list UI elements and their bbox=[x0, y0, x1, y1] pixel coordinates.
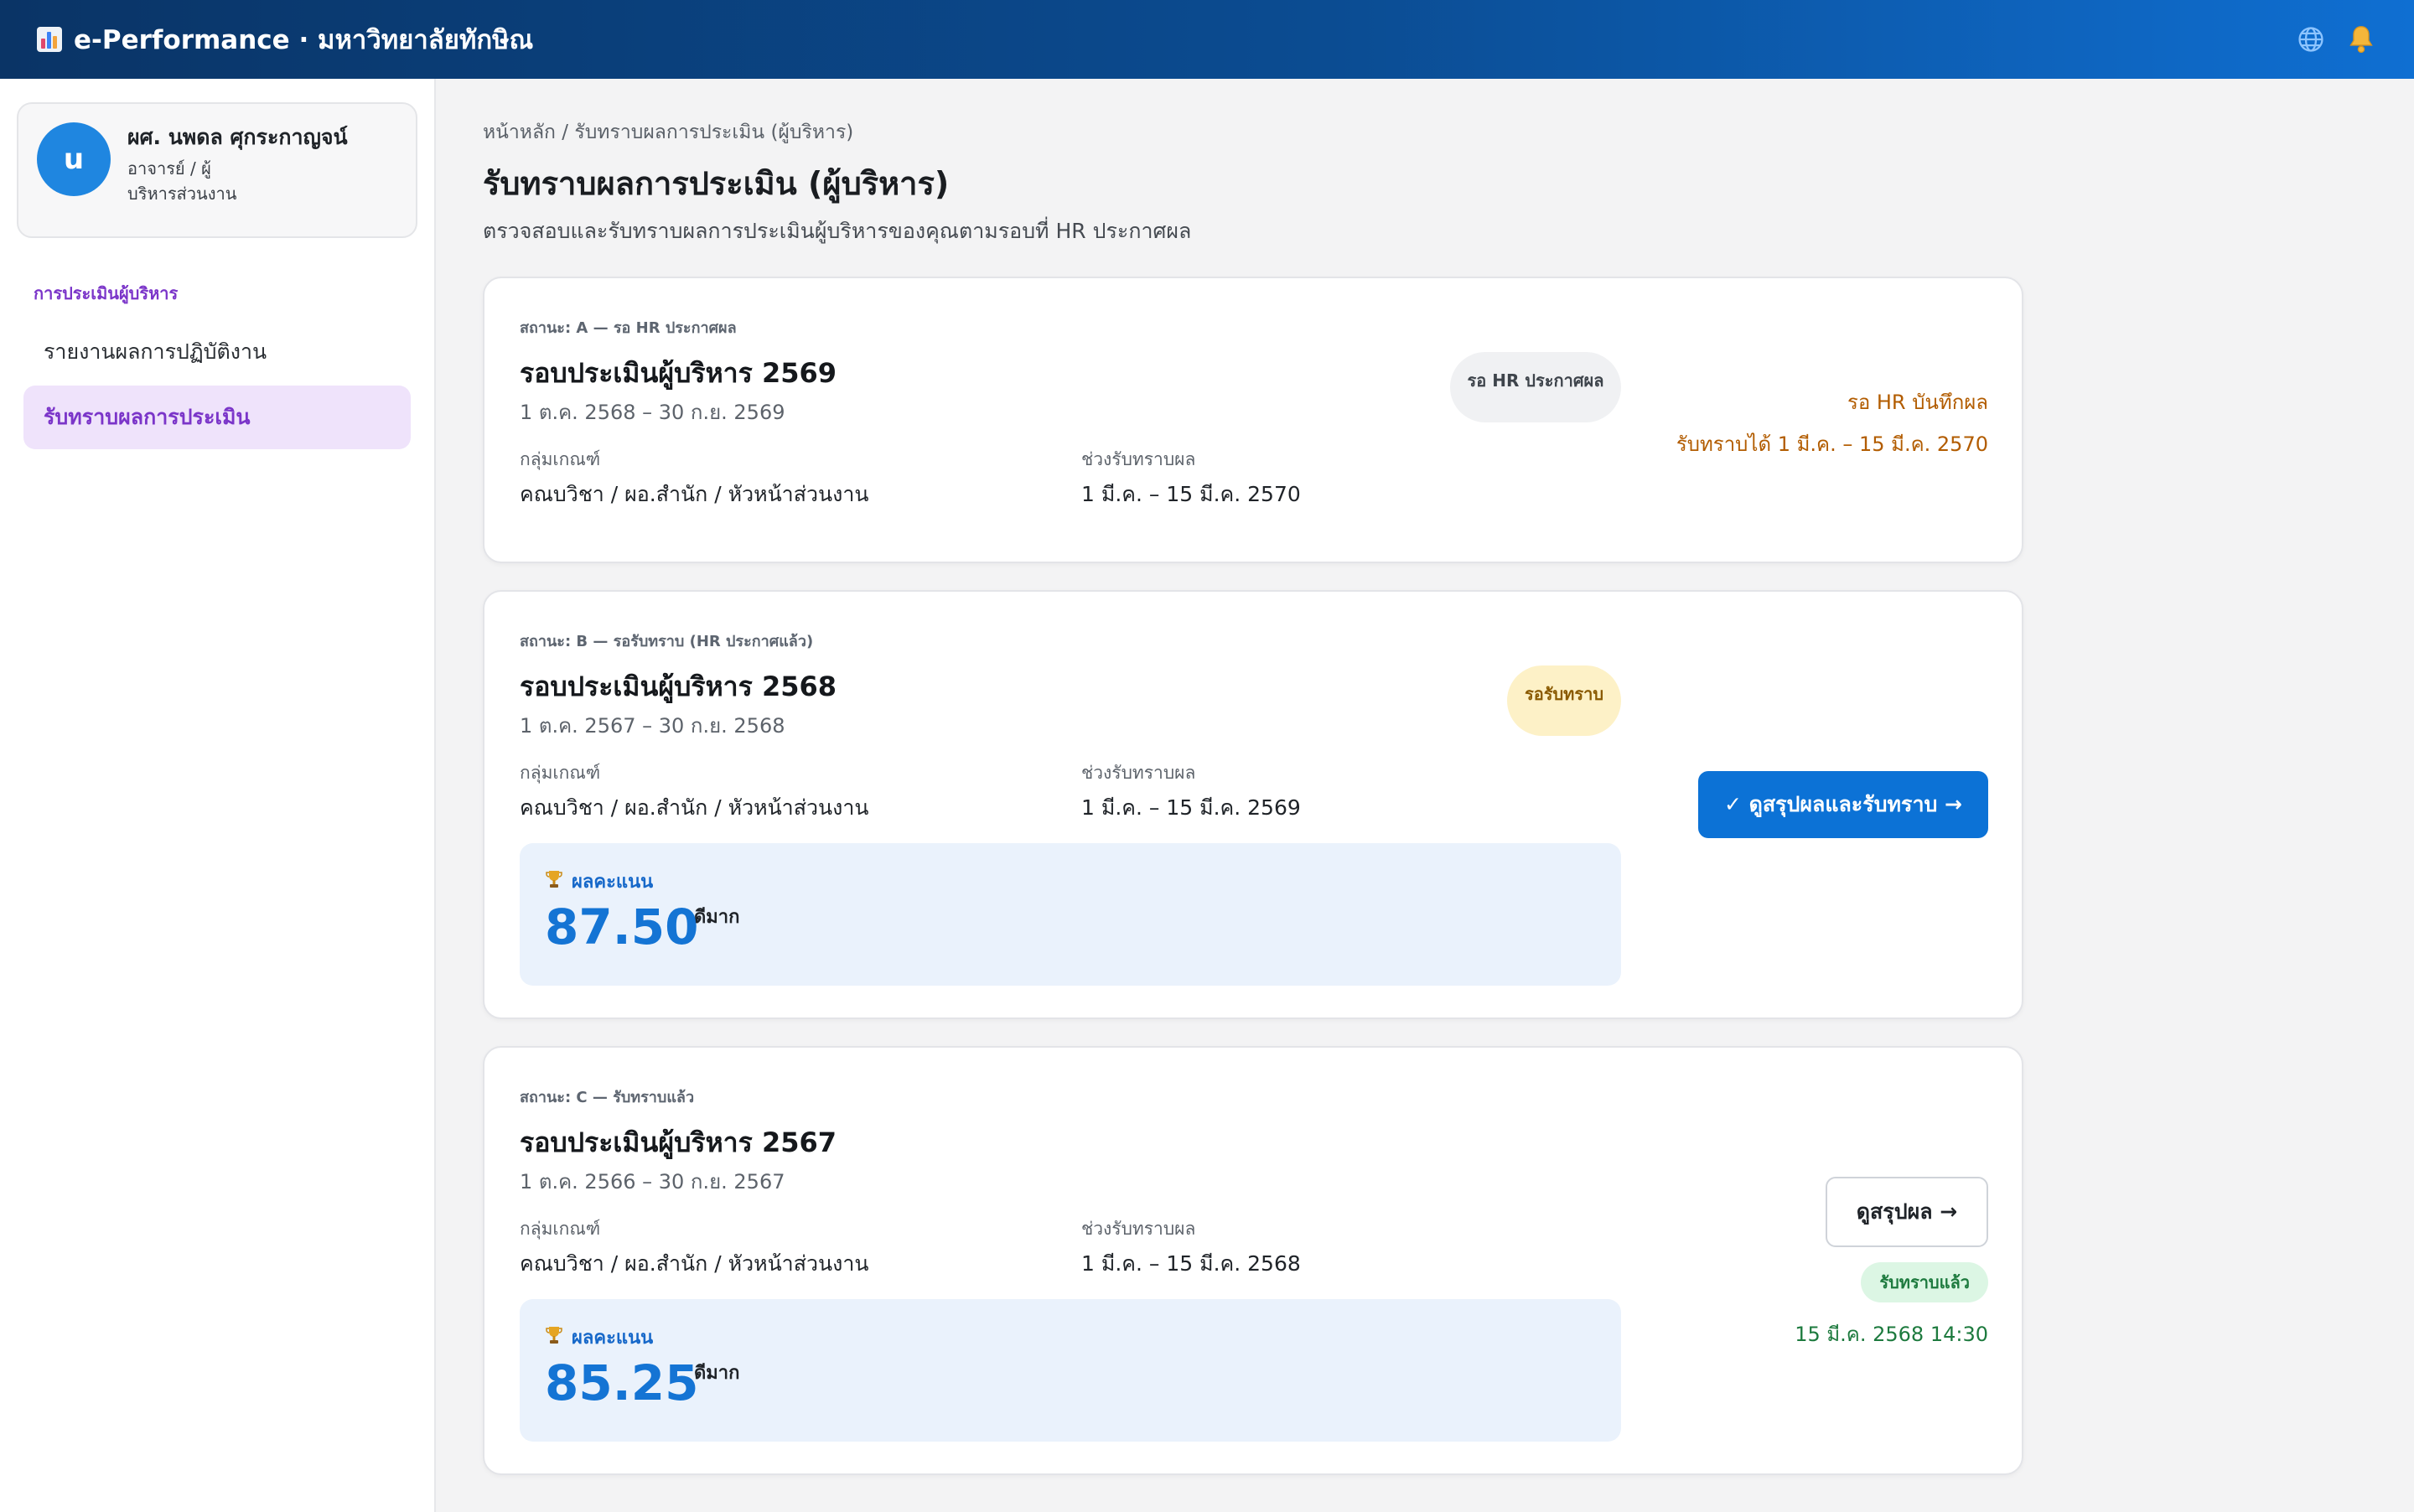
pending-note: รอ HR บันทึกผล bbox=[1847, 391, 1988, 414]
top-actions bbox=[2295, 23, 2377, 55]
user-profile-card: u ผศ. นพดล ศุกระกาญจน์ อาจารย์ / ผู้บริห… bbox=[17, 102, 417, 238]
status-badge: รอ HR ประกาศผล bbox=[1450, 352, 1621, 422]
sidebar-item-label: รายงานผลการปฏิบัติงาน bbox=[44, 339, 267, 364]
acknowledged-timestamp: 15 มี.ค. 2568 14:30 bbox=[1795, 1323, 1988, 1346]
round-dates: 1 ต.ค. 2568 – 30 ก.ย. 2569 bbox=[520, 401, 785, 424]
ack-window-label: ช่วงรับทราบผล bbox=[1081, 763, 1196, 783]
ack-window-label: ช่วงรับทราบผล bbox=[1081, 1219, 1196, 1239]
criteria-group-label: กลุ่มเกณฑ์ bbox=[520, 449, 601, 469]
score-grade: ดีมาก bbox=[694, 1363, 740, 1384]
user-name: ผศ. นพดล ศุกระกาญจน์ bbox=[127, 125, 348, 149]
sidebar-item-label: รับทราบผลการประเมิน bbox=[44, 405, 251, 429]
user-role: อาจารย์ / ผู้บริหารส่วนงาน bbox=[127, 158, 237, 204]
score-grade: ดีมาก bbox=[694, 907, 740, 928]
round-title: รอบประเมินผู้บริหาร 2568 bbox=[520, 671, 837, 702]
ack-available-note: รับทราบได้ 1 มี.ค. – 15 มี.ค. 2570 bbox=[1676, 432, 1988, 456]
score-label: ผลคะแนน bbox=[545, 1323, 653, 1352]
evaluation-card-2568: สถานะ: B — รอรับทราบ (HR ประกาศแล้ว) รอบ… bbox=[483, 590, 2023, 1019]
sidebar-item-performance-report[interactable]: รายงานผลการปฏิบัติงาน bbox=[23, 320, 411, 384]
status-line: สถานะ: C — รับทราบแล้ว bbox=[520, 1089, 695, 1106]
round-dates: 1 ต.ค. 2566 – 30 ก.ย. 2567 bbox=[520, 1170, 785, 1194]
trophy-icon bbox=[545, 869, 563, 894]
score-label-text: ผลคะแนน bbox=[572, 1328, 654, 1349]
criteria-group-label: กลุ่มเกณฑ์ bbox=[520, 763, 601, 783]
sidebar-item-acknowledge-results[interactable]: รับทราบผลการประเมิน bbox=[23, 386, 411, 449]
ack-window-label: ช่วงรับทราบผล bbox=[1081, 449, 1196, 469]
score-label: ผลคะแนน bbox=[545, 867, 653, 896]
score-value: 85.25 bbox=[545, 1354, 699, 1411]
globe-icon[interactable] bbox=[2295, 23, 2327, 55]
round-title: รอบประเมินผู้บริหาร 2567 bbox=[520, 1126, 837, 1158]
page-title: รับทราบผลการประเมิน (ผู้บริหาร) bbox=[483, 165, 950, 202]
status-badge: รอรับทราบ bbox=[1507, 665, 1621, 736]
criteria-group-value: คณบวิชา / ผอ.สำนัก / หัวหน้าส่วนงาน bbox=[520, 795, 869, 820]
criteria-group-value: คณบวิชา / ผอ.สำนัก / หัวหน้าส่วนงาน bbox=[520, 482, 869, 506]
status-line: สถานะ: A — รอ HR ประกาศผล bbox=[520, 319, 737, 337]
score-panel: ผลคะแนน 87.50 ดีมาก bbox=[520, 843, 1621, 986]
sidebar-section-title: การประเมินผู้บริหาร bbox=[34, 283, 179, 303]
score-label-text: ผลคะแนน bbox=[572, 872, 654, 893]
page-subtitle: ตรวจสอบและรับทราบผลการประเมินผู้บริหารขอ… bbox=[483, 219, 1192, 243]
view-and-acknowledge-button[interactable]: ✓ ดูสรุปผลและรับทราบ → bbox=[1698, 771, 1988, 838]
criteria-group-value: คณบวิชา / ผอ.สำนัก / หัวหน้าส่วนงาน bbox=[520, 1251, 869, 1276]
app-brand[interactable]: e-Performance · มหาวิทยาลัยทักษิณ bbox=[37, 18, 533, 60]
bar-chart-icon bbox=[37, 27, 62, 52]
app-title: e-Performance · มหาวิทยาลัยทักษิณ bbox=[74, 25, 534, 55]
sidebar: u ผศ. นพดล ศุกระกาญจน์ อาจารย์ / ผู้บริห… bbox=[0, 79, 436, 1512]
avatar[interactable]: u bbox=[37, 122, 111, 196]
evaluation-card-2567: สถานะ: C — รับทราบแล้ว รอบประเมินผู้บริห… bbox=[483, 1046, 2023, 1475]
evaluation-card-2569: สถานะ: A — รอ HR ประกาศผล รอบประเมินผู้บ… bbox=[483, 277, 2023, 563]
round-title: รอบประเมินผู้บริหาร 2569 bbox=[520, 357, 837, 389]
ack-window-value: 1 มี.ค. – 15 มี.ค. 2570 bbox=[1081, 482, 1301, 506]
criteria-group-label: กลุ่มเกณฑ์ bbox=[520, 1219, 601, 1239]
score-panel: ผลคะแนน 85.25 ดีมาก bbox=[520, 1299, 1621, 1442]
score-value: 87.50 bbox=[545, 898, 699, 955]
ack-window-value: 1 มี.ค. – 15 มี.ค. 2569 bbox=[1081, 795, 1301, 820]
view-summary-button[interactable]: ดูสรุปผล → bbox=[1826, 1177, 1988, 1247]
breadcrumb: หน้าหลัก / รับทราบผลการประเมิน (ผู้บริหา… bbox=[483, 122, 854, 143]
top-bar: e-Performance · มหาวิทยาลัยทักษิณ bbox=[0, 0, 2414, 79]
trophy-icon bbox=[545, 1325, 563, 1350]
status-line: สถานะ: B — รอรับทราบ (HR ประกาศแล้ว) bbox=[520, 633, 814, 650]
round-dates: 1 ต.ค. 2567 – 30 ก.ย. 2568 bbox=[520, 714, 785, 738]
bell-icon[interactable] bbox=[2345, 23, 2377, 55]
acknowledged-badge: รับทราบแล้ว bbox=[1861, 1262, 1988, 1302]
ack-window-value: 1 มี.ค. – 15 มี.ค. 2568 bbox=[1081, 1251, 1301, 1276]
